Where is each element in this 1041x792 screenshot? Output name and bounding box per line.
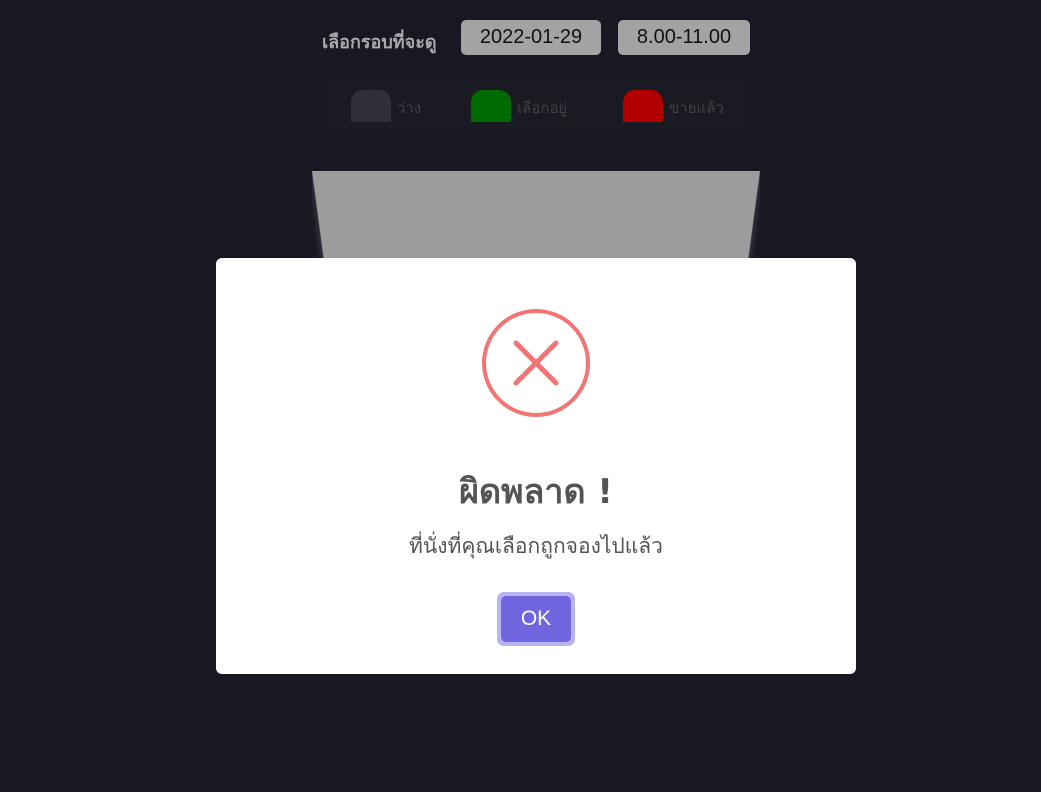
page: เลือกรอบที่จะดู 2022-01-29 8.00-11.00 ว่… — [0, 0, 1041, 792]
error-dialog: ผิดพลาด ! ที่นั่งที่คุณเลือกถูกจองไปแล้ว… — [216, 258, 856, 674]
dialog-message: ที่นั่งที่คุณเลือกถูกจองไปแล้ว — [409, 534, 663, 558]
ok-button-focus-ring: OK — [497, 592, 575, 646]
error-x-icon — [482, 309, 590, 417]
ok-button[interactable]: OK — [501, 596, 571, 642]
dialog-title: ผิดพลาด ! — [459, 472, 613, 512]
